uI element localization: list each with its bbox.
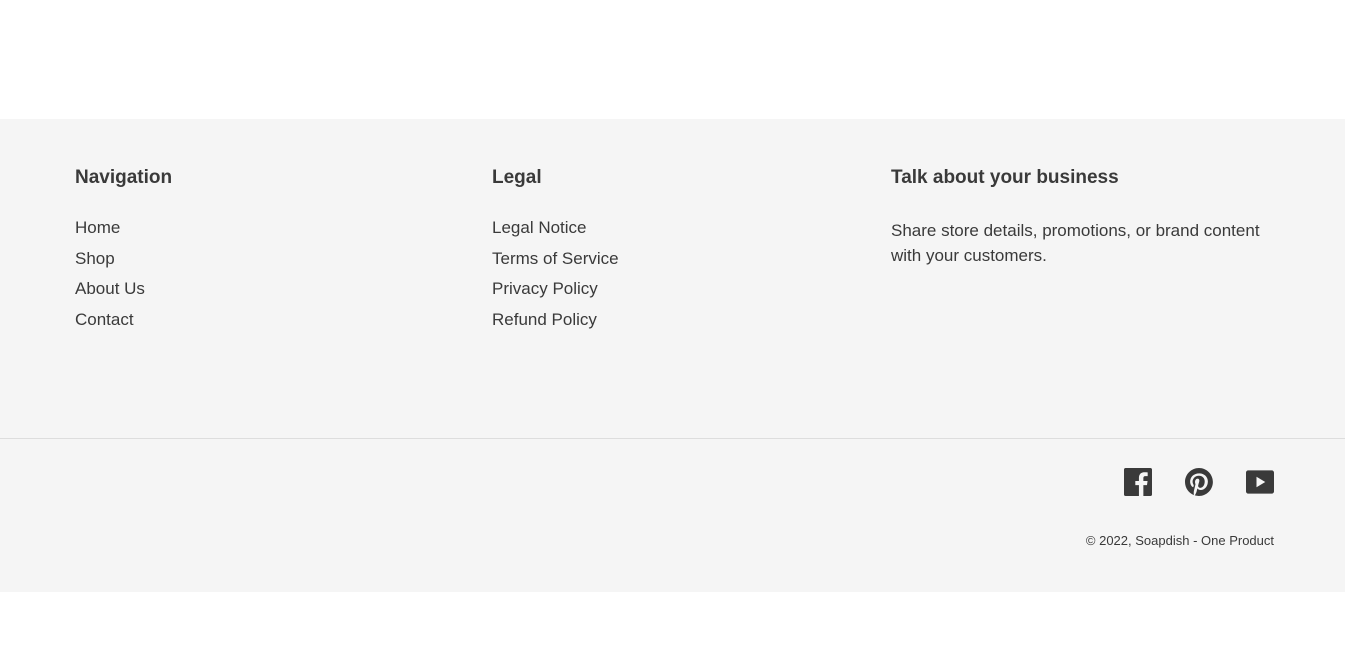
pinterest-icon — [1185, 468, 1213, 496]
pinterest-link[interactable] — [1185, 468, 1213, 496]
business-heading: Talk about your business — [891, 167, 1119, 188]
facebook-icon — [1124, 468, 1152, 496]
navigation-column: Navigation Home Shop About Us Contact — [75, 166, 172, 340]
legal-link-legal-notice[interactable]: Legal Notice — [492, 218, 587, 237]
list-item: Terms of Service — [492, 249, 619, 269]
list-item: Legal Notice — [492, 218, 619, 238]
list-item: Refund Policy — [492, 310, 619, 330]
social-links — [1124, 468, 1274, 496]
navigation-heading: Navigation — [75, 167, 173, 188]
legal-link-refund-policy[interactable]: Refund Policy — [492, 310, 597, 329]
legal-column: Legal Legal Notice Terms of Service Priv… — [492, 166, 619, 340]
site-footer: Navigation Home Shop About Us Contact Le… — [0, 119, 1345, 592]
list-item: Privacy Policy — [492, 279, 619, 299]
business-column: Talk about your business Share store det… — [891, 166, 1276, 268]
list-item: Home — [75, 218, 172, 238]
youtube-icon — [1246, 470, 1274, 494]
list-item: About Us — [75, 279, 172, 299]
nav-link-contact[interactable]: Contact — [75, 310, 134, 329]
list-item: Shop — [75, 249, 172, 269]
list-item: Contact — [75, 310, 172, 330]
legal-list: Legal Notice Terms of Service Privacy Po… — [492, 218, 619, 330]
copyright-prefix: © 2022, — [1085, 533, 1136, 548]
copyright: © 2022, Soapdish - One Product — [1086, 533, 1274, 548]
navigation-list: Home Shop About Us Contact — [75, 218, 172, 330]
youtube-link[interactable] — [1246, 468, 1274, 496]
footer-columns: Navigation Home Shop About Us Contact Le… — [0, 119, 1345, 438]
footer-divider — [0, 438, 1345, 439]
legal-link-terms-of-service[interactable]: Terms of Service — [492, 249, 619, 268]
nav-link-shop[interactable]: Shop — [75, 249, 115, 268]
store-name-link[interactable]: Soapdish - One Product — [1135, 533, 1274, 548]
legal-link-privacy-policy[interactable]: Privacy Policy — [492, 279, 598, 298]
facebook-link[interactable] — [1124, 468, 1152, 496]
nav-link-home[interactable]: Home — [75, 218, 120, 237]
business-text: Share store details, promotions, or bran… — [891, 221, 1260, 265]
legal-heading: Legal — [492, 167, 542, 188]
nav-link-about-us[interactable]: About Us — [75, 279, 145, 298]
